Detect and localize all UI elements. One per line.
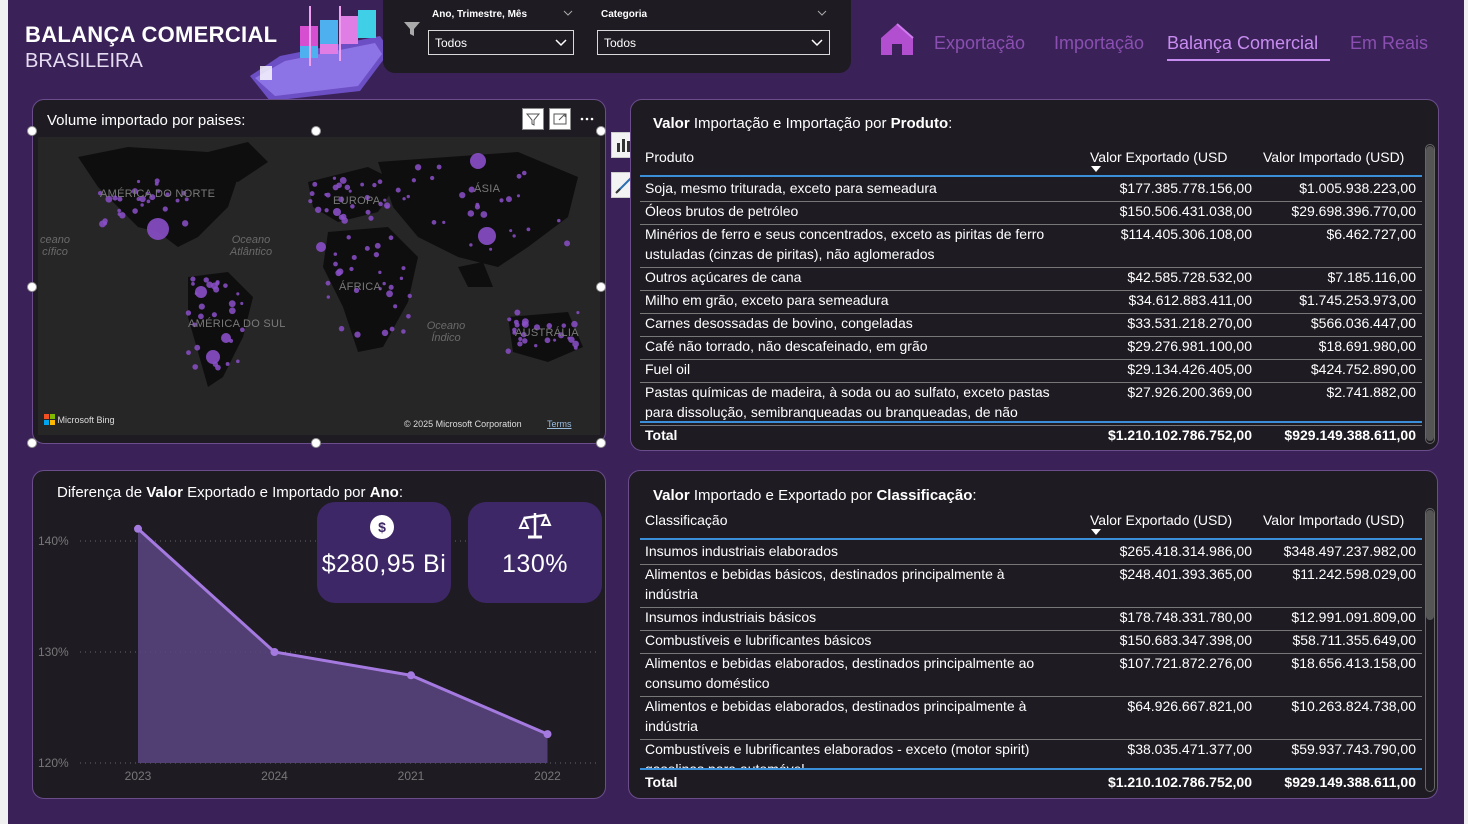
class_table-row-name: Combustíveis e lubrificantes elaborados …	[645, 741, 1030, 757]
class_table-row-import: $58.711.355.649,00	[1292, 632, 1416, 648]
class_table-row-import: $348.497.237.982,00	[1283, 543, 1416, 559]
class-total-import: $929.149.388.611,00	[1284, 774, 1416, 790]
class_table-row-name: Alimentos e bebidas básicos, destinados …	[645, 566, 1005, 582]
class_table-row-name-cont: indústria	[645, 586, 698, 602]
class_table-row-export: $178.748.331.780,00	[1119, 609, 1252, 625]
class-total-export: $1.210.102.786.752,00	[1107, 774, 1252, 790]
class-table-body: Insumos industriais elaborados $265.418.3…	[0, 0, 1468, 768]
class_table-row-name: Insumos industriais básicos	[645, 609, 817, 625]
class_table-row-import: $10.263.824.738,00	[1291, 698, 1416, 714]
x-tick-label: 2023	[125, 769, 152, 783]
x-tick-label: 2024	[261, 769, 288, 783]
class_table-row-export: $38.035.471.377,00	[1127, 741, 1252, 757]
class_table-row-export: $150.683.347.398,00	[1119, 632, 1252, 648]
class_table-row-name-cont: gasolinas para automóvel	[645, 759, 805, 768]
class_table-row-import: $59.937.743.790,00	[1291, 741, 1416, 757]
class_table-row-import: $18.656.413.158,00	[1291, 655, 1416, 671]
class_table-row-export: $248.401.393.365,00	[1119, 566, 1252, 582]
class_table-row-name-cont: indústria	[645, 718, 698, 734]
class_table-row-export: $64.926.667.821,00	[1127, 698, 1252, 714]
x-tick-label: 2022	[534, 769, 561, 783]
class_table-row-name: Combustíveis e lubrificantes básicos	[645, 632, 872, 648]
class_table-row-name: Alimentos e bebidas elaborados, destinad…	[645, 698, 1027, 714]
class-scrollbar-thumb[interactable]	[1426, 510, 1434, 620]
class_table-row-name: Insumos industriais elaborados	[645, 543, 838, 559]
x-tick-label: 2021	[398, 769, 425, 783]
class-total-label: Total	[645, 774, 678, 790]
class_table-row-import: $12.991.091.809,00	[1291, 609, 1416, 625]
class_table-row-import: $11.242.598.029,00	[1292, 566, 1416, 582]
dashboard-canvas: BALANÇA COMERCIAL BRASILEIRA Ano, Trimes…	[0, 0, 1468, 824]
class_table-row-export: $265.418.314.986,00	[1119, 543, 1252, 559]
class_table-row-name-cont: consumo doméstico	[645, 675, 770, 691]
class_table-row-name: Alimentos e bebidas elaborados, destinad…	[645, 655, 1035, 671]
class_table-row-export: $107.721.872.276,00	[1119, 655, 1252, 671]
total-divider	[640, 768, 1422, 770]
